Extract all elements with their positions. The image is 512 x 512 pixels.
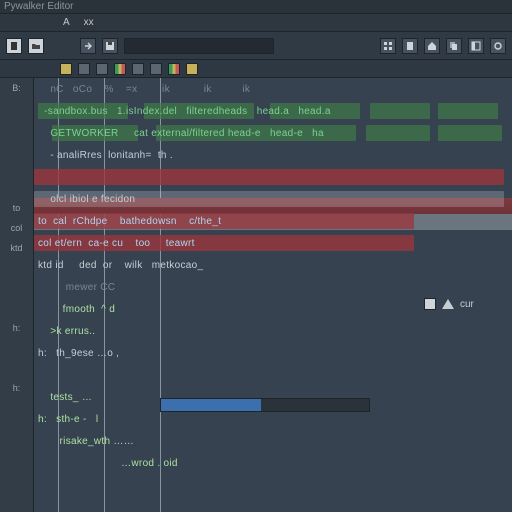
code-text: …wrod . oid: [38, 458, 178, 469]
code-text: h: th_9ese …o ,: [38, 348, 119, 359]
code-line: GETWORKER cat external/filtered head-e h…: [34, 122, 512, 144]
swatch-multi-icon[interactable]: [114, 63, 126, 75]
code-text: h: sth-e - l: [38, 414, 98, 425]
code-text: GETWORKER cat external/filtered head-e h…: [38, 128, 324, 139]
code-text: to cal rChdpe bathedowsn c/the_t: [38, 216, 221, 227]
menu-item-b[interactable]: xx: [81, 16, 97, 29]
code-text: - analiRres lonitanh= th .: [38, 150, 173, 161]
code-text: olcl ibiol e fecidon: [38, 194, 135, 205]
palette-swatch-icon[interactable]: [424, 298, 436, 310]
panel-icon[interactable]: [468, 38, 484, 54]
arrow-icon[interactable]: [80, 38, 96, 54]
progress-fill: [161, 399, 261, 411]
tool-icon[interactable]: [490, 38, 506, 54]
main-toolbar: [0, 32, 512, 60]
code-text: mewer CC: [38, 282, 115, 293]
gutter-label: ktd: [0, 238, 33, 258]
code-text: col et/ern ca-e cu too teawrt: [38, 238, 195, 249]
grid-icon[interactable]: [380, 38, 396, 54]
code-line: ktd id ded or wilk metkocao_: [34, 254, 512, 276]
palette-triangle-icon[interactable]: [442, 299, 454, 309]
progress-bar[interactable]: [160, 398, 370, 412]
code-line: h: th_9ese …o ,: [34, 342, 512, 364]
title-bar: Pywalker Editor: [0, 0, 512, 14]
swatch-multi-icon[interactable]: [168, 63, 180, 75]
file-icon[interactable]: [6, 38, 22, 54]
gutter-label: [0, 118, 33, 138]
code-line: col et/ern ca-e cu too teawrt: [34, 232, 512, 254]
swatch-yellow-icon[interactable]: [186, 63, 198, 75]
palette-label: cur: [460, 299, 474, 310]
menu-item-a[interactable]: A: [60, 16, 73, 29]
code-text: >k errus..: [38, 326, 95, 337]
doc-icon[interactable]: [402, 38, 418, 54]
code-line: [34, 166, 512, 188]
code-line: to cal rChdpe bathedowsn c/the_t: [34, 210, 512, 232]
code-line: - analiRres lonitanh= th .: [34, 144, 512, 166]
code-line: [34, 364, 512, 386]
gutter-label: col: [0, 218, 33, 238]
gutter-label: [0, 158, 33, 178]
gutter-label: [0, 278, 33, 298]
search-input[interactable]: [124, 38, 274, 54]
code-text: -sandbox.bus 1.isIndex.del filteredheads…: [38, 106, 331, 117]
gutter: B: to col ktd h: h:: [0, 78, 34, 512]
code-text: ktd id ded or wilk metkocao_: [38, 260, 203, 271]
title-text: Pywalker Editor: [4, 1, 73, 12]
gutter-label: [0, 98, 33, 118]
save-icon[interactable]: [102, 38, 118, 54]
gutter-label: [0, 178, 33, 198]
code-line: -sandbox.bus 1.isIndex.del filteredheads…: [34, 100, 512, 122]
gutter-label: [0, 338, 33, 358]
code-line: risake_wth ……: [34, 430, 512, 452]
gutter-label: to: [0, 198, 33, 218]
code-text: tests_ …: [38, 392, 92, 403]
code-line: mewer CC: [34, 276, 512, 298]
copy-icon[interactable]: [446, 38, 462, 54]
code-line: nC oCo % =x ik ik ik: [34, 78, 512, 100]
gutter-label: h:: [0, 378, 33, 398]
code-line: …wrod . oid: [34, 452, 512, 474]
code-text: nC oCo % =x ik ik ik: [38, 84, 250, 95]
swatch-gray-icon[interactable]: [150, 63, 162, 75]
home-icon[interactable]: [424, 38, 440, 54]
tool-palette[interactable]: cur: [424, 298, 506, 310]
code-line: olcl ibiol e fecidon: [34, 188, 512, 210]
swatch-yellow-icon[interactable]: [60, 63, 72, 75]
gutter-label: h:: [0, 318, 33, 338]
swatch-toolbar: [0, 60, 512, 78]
swatch-gray-icon[interactable]: [132, 63, 144, 75]
gutter-label: [0, 298, 33, 318]
swatch-gray-icon[interactable]: [78, 63, 90, 75]
gutter-label: B:: [0, 78, 33, 98]
code-text: risake_wth ……: [38, 436, 134, 447]
code-line: >k errus..: [34, 320, 512, 342]
gutter-label: [0, 358, 33, 378]
code-text: fmooth ^ d: [38, 304, 115, 315]
gutter-label: [0, 258, 33, 278]
swatch-gray-icon[interactable]: [96, 63, 108, 75]
folder-icon[interactable]: [28, 38, 44, 54]
gutter-label: [0, 138, 33, 158]
menu-bar: A xx: [0, 14, 512, 32]
editor-canvas[interactable]: nC oCo % =x ik ik ik -sandbox.bus 1.isIn…: [34, 78, 512, 512]
